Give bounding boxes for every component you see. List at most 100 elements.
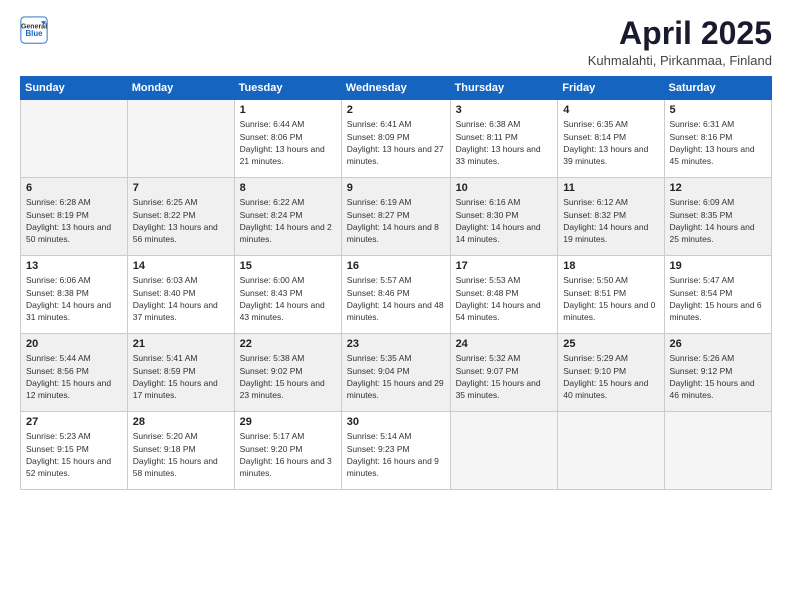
logo-icon: General Blue xyxy=(20,16,48,44)
calendar-cell: 5 Sunrise: 6:31 AMSunset: 8:16 PMDaylight… xyxy=(664,100,771,178)
calendar-cell xyxy=(21,100,128,178)
day-number: 10 xyxy=(456,182,553,194)
day-info: Sunrise: 6:25 AMSunset: 8:22 PMDaylight:… xyxy=(133,196,229,245)
calendar-cell: 25 Sunrise: 5:29 AMSunset: 9:10 PMDayligh… xyxy=(558,334,664,412)
calendar-cell: 9Sunrise: 6:19 AMSunset: 8:27 PMDaylight… xyxy=(341,178,450,256)
calendar-cell: 18 Sunrise: 5:50 AMSunset: 8:51 PMDayligh… xyxy=(558,256,664,334)
month-title: April 2025 xyxy=(588,16,772,51)
calendar-cell: 16 Sunrise: 5:57 AMSunset: 8:46 PMDayligh… xyxy=(341,256,450,334)
weekday-header-row: SundayMondayTuesdayWednesdayThursdayFrid… xyxy=(21,77,772,100)
calendar-cell: 21 Sunrise: 5:41 AMSunset: 8:59 PMDayligh… xyxy=(127,334,234,412)
calendar-cell: 7 Sunrise: 6:25 AMSunset: 8:22 PMDaylight… xyxy=(127,178,234,256)
day-info: Sunrise: 6:44 AMSunset: 8:06 PMDaylight:… xyxy=(240,118,336,167)
day-info: Sunrise: 6:16 AMSunset: 8:30 PMDaylight:… xyxy=(456,196,553,245)
day-number: 14 xyxy=(133,260,229,272)
day-number: 23 xyxy=(347,338,445,350)
day-info: Sunrise: 5:35 AMSunset: 9:04 PMDaylight:… xyxy=(347,352,445,401)
day-info: Sunrise: 6:00 AMSunset: 8:43 PMDaylight:… xyxy=(240,274,336,323)
weekday-header-wednesday: Wednesday xyxy=(341,77,450,100)
calendar-cell: 23 Sunrise: 5:35 AMSunset: 9:04 PMDayligh… xyxy=(341,334,450,412)
calendar-cell: 8Sunrise: 6:22 AMSunset: 8:24 PMDaylight… xyxy=(234,178,341,256)
day-number: 4 xyxy=(563,104,658,116)
day-info: Sunrise: 5:29 AMSunset: 9:10 PMDaylight:… xyxy=(563,352,658,401)
day-info: Sunrise: 5:41 AMSunset: 8:59 PMDaylight:… xyxy=(133,352,229,401)
day-info: Sunrise: 5:47 AMSunset: 8:54 PMDaylight:… xyxy=(670,274,766,323)
day-info: Sunrise: 6:31 AMSunset: 8:16 PMDaylight:… xyxy=(670,118,766,167)
day-number: 27 xyxy=(26,416,122,428)
week-row-3: 13 Sunrise: 6:06 AMSunset: 8:38 PMDayligh… xyxy=(21,256,772,334)
weekday-header-saturday: Saturday xyxy=(664,77,771,100)
calendar-cell: 12Sunrise: 6:09 AMSunset: 8:35 PMDayligh… xyxy=(664,178,771,256)
subtitle: Kuhmalahti, Pirkanmaa, Finland xyxy=(588,53,772,68)
logo: General Blue xyxy=(20,16,48,44)
calendar-cell: 24 Sunrise: 5:32 AMSunset: 9:07 PMDayligh… xyxy=(450,334,558,412)
day-number: 7 xyxy=(133,182,229,194)
calendar-cell: 26 Sunrise: 5:26 AMSunset: 9:12 PMDayligh… xyxy=(664,334,771,412)
calendar-page: General Blue April 2025 Kuhmalahti, Pirk… xyxy=(0,0,792,612)
calendar-cell: 10 Sunrise: 6:16 AMSunset: 8:30 PMDayligh… xyxy=(450,178,558,256)
calendar-cell: 27 Sunrise: 5:23 AMSunset: 9:15 PMDayligh… xyxy=(21,412,128,490)
day-number: 3 xyxy=(456,104,553,116)
day-number: 22 xyxy=(240,338,336,350)
day-info: Sunrise: 5:17 AMSunset: 9:20 PMDaylight:… xyxy=(240,430,336,479)
weekday-header-thursday: Thursday xyxy=(450,77,558,100)
calendar-table: SundayMondayTuesdayWednesdayThursdayFrid… xyxy=(20,76,772,490)
calendar-cell: 22 Sunrise: 5:38 AMSunset: 9:02 PMDayligh… xyxy=(234,334,341,412)
calendar-cell xyxy=(127,100,234,178)
week-row-5: 27 Sunrise: 5:23 AMSunset: 9:15 PMDayligh… xyxy=(21,412,772,490)
weekday-header-friday: Friday xyxy=(558,77,664,100)
calendar-cell: 15 Sunrise: 6:00 AMSunset: 8:43 PMDayligh… xyxy=(234,256,341,334)
day-number: 25 xyxy=(563,338,658,350)
day-number: 21 xyxy=(133,338,229,350)
calendar-cell: 30Sunrise: 5:14 AMSunset: 9:23 PMDayligh… xyxy=(341,412,450,490)
day-number: 1 xyxy=(240,104,336,116)
week-row-1: 1 Sunrise: 6:44 AMSunset: 8:06 PMDaylight… xyxy=(21,100,772,178)
day-info: Sunrise: 6:38 AMSunset: 8:11 PMDaylight:… xyxy=(456,118,553,167)
day-number: 11 xyxy=(563,182,658,194)
calendar-cell: 14Sunrise: 6:03 AMSunset: 8:40 PMDayligh… xyxy=(127,256,234,334)
day-info: Sunrise: 6:19 AMSunset: 8:27 PMDaylight:… xyxy=(347,196,445,245)
calendar-cell: 17Sunrise: 5:53 AMSunset: 8:48 PMDayligh… xyxy=(450,256,558,334)
calendar-cell: 3 Sunrise: 6:38 AMSunset: 8:11 PMDaylight… xyxy=(450,100,558,178)
day-number: 5 xyxy=(670,104,766,116)
weekday-header-monday: Monday xyxy=(127,77,234,100)
day-info: Sunrise: 6:06 AMSunset: 8:38 PMDaylight:… xyxy=(26,274,122,323)
calendar-cell xyxy=(664,412,771,490)
calendar-cell: 13 Sunrise: 6:06 AMSunset: 8:38 PMDayligh… xyxy=(21,256,128,334)
day-number: 20 xyxy=(26,338,122,350)
day-info: Sunrise: 6:35 AMSunset: 8:14 PMDaylight:… xyxy=(563,118,658,167)
day-number: 19 xyxy=(670,260,766,272)
day-number: 2 xyxy=(347,104,445,116)
svg-text:Blue: Blue xyxy=(25,29,43,38)
day-info: Sunrise: 6:09 AMSunset: 8:35 PMDaylight:… xyxy=(670,196,766,245)
day-info: Sunrise: 5:23 AMSunset: 9:15 PMDaylight:… xyxy=(26,430,122,479)
day-number: 24 xyxy=(456,338,553,350)
day-info: Sunrise: 6:28 AMSunset: 8:19 PMDaylight:… xyxy=(26,196,122,245)
day-number: 6 xyxy=(26,182,122,194)
week-row-4: 20 Sunrise: 5:44 AMSunset: 8:56 PMDayligh… xyxy=(21,334,772,412)
day-info: Sunrise: 5:57 AMSunset: 8:46 PMDaylight:… xyxy=(347,274,445,323)
calendar-cell xyxy=(558,412,664,490)
day-number: 18 xyxy=(563,260,658,272)
day-info: Sunrise: 6:12 AMSunset: 8:32 PMDaylight:… xyxy=(563,196,658,245)
calendar-cell: 19 Sunrise: 5:47 AMSunset: 8:54 PMDayligh… xyxy=(664,256,771,334)
day-number: 29 xyxy=(240,416,336,428)
day-number: 28 xyxy=(133,416,229,428)
day-info: Sunrise: 6:41 AMSunset: 8:09 PMDaylight:… xyxy=(347,118,445,167)
day-number: 13 xyxy=(26,260,122,272)
day-info: Sunrise: 5:44 AMSunset: 8:56 PMDaylight:… xyxy=(26,352,122,401)
calendar-cell: 1 Sunrise: 6:44 AMSunset: 8:06 PMDaylight… xyxy=(234,100,341,178)
day-number: 26 xyxy=(670,338,766,350)
day-info: Sunrise: 5:32 AMSunset: 9:07 PMDaylight:… xyxy=(456,352,553,401)
day-info: Sunrise: 6:22 AMSunset: 8:24 PMDaylight:… xyxy=(240,196,336,245)
calendar-cell: 29 Sunrise: 5:17 AMSunset: 9:20 PMDayligh… xyxy=(234,412,341,490)
day-info: Sunrise: 5:26 AMSunset: 9:12 PMDaylight:… xyxy=(670,352,766,401)
day-info: Sunrise: 5:38 AMSunset: 9:02 PMDaylight:… xyxy=(240,352,336,401)
day-info: Sunrise: 5:50 AMSunset: 8:51 PMDaylight:… xyxy=(563,274,658,323)
weekday-header-sunday: Sunday xyxy=(21,77,128,100)
day-number: 30 xyxy=(347,416,445,428)
day-number: 15 xyxy=(240,260,336,272)
calendar-cell: 28Sunrise: 5:20 AMSunset: 9:18 PMDayligh… xyxy=(127,412,234,490)
header: General Blue April 2025 Kuhmalahti, Pirk… xyxy=(20,16,772,68)
day-number: 16 xyxy=(347,260,445,272)
